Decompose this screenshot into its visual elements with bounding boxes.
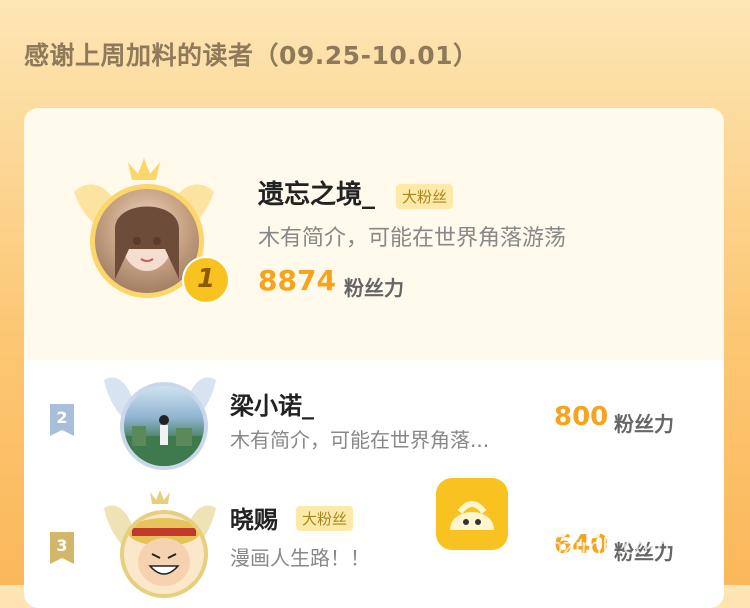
reader-name[interactable]: 遗忘之境_ <box>258 174 375 211</box>
reader-bio: 木有简介，可能在世界角落... <box>230 428 490 452</box>
rank-number: 2 <box>56 408 68 427</box>
avatar[interactable] <box>120 382 208 470</box>
fan-power-unit: 粉丝力 <box>614 412 674 436</box>
watermark-url: baozimh.com <box>522 535 670 560</box>
fan-power-unit: 粉丝力 <box>344 276 404 300</box>
page-title: 感谢上周加料的读者（09.25-10.01） <box>24 41 479 70</box>
reader-bio: 漫画人生路！！ <box>230 546 370 570</box>
rank-2-tag-icon: 2 <box>50 404 74 440</box>
rank-2-row[interactable]: 2 梁小诺_ 木有简介，可能在世界角落... 800 粉丝力 <box>24 360 724 480</box>
reader-bio: 木有简介，可能在世界角落游荡 <box>258 226 567 251</box>
rank-3-tag-icon: 3 <box>50 532 74 568</box>
reader-name[interactable]: 晓赐 <box>230 500 278 535</box>
fan-power-score: 800 <box>554 402 609 432</box>
avatar-cartoon-icon <box>128 518 200 586</box>
rank-1-row[interactable]: 1 遗忘之境_ 大粉丝 木有简介，可能在世界角落游荡 8874 粉丝力 <box>24 108 724 360</box>
rank-number: 3 <box>56 536 68 555</box>
rank-number: 1 <box>196 264 216 294</box>
status-badge: 大粉丝 <box>396 184 454 209</box>
rank-1-medal-icon: 1 <box>184 258 228 302</box>
fan-power-score: 8874 <box>258 264 336 297</box>
status-badge: 大粉丝 <box>296 506 354 531</box>
watermark-logo-icon <box>436 478 508 550</box>
reader-name[interactable]: 梁小诺_ <box>230 386 314 421</box>
avatar-photo-icon <box>124 415 204 466</box>
